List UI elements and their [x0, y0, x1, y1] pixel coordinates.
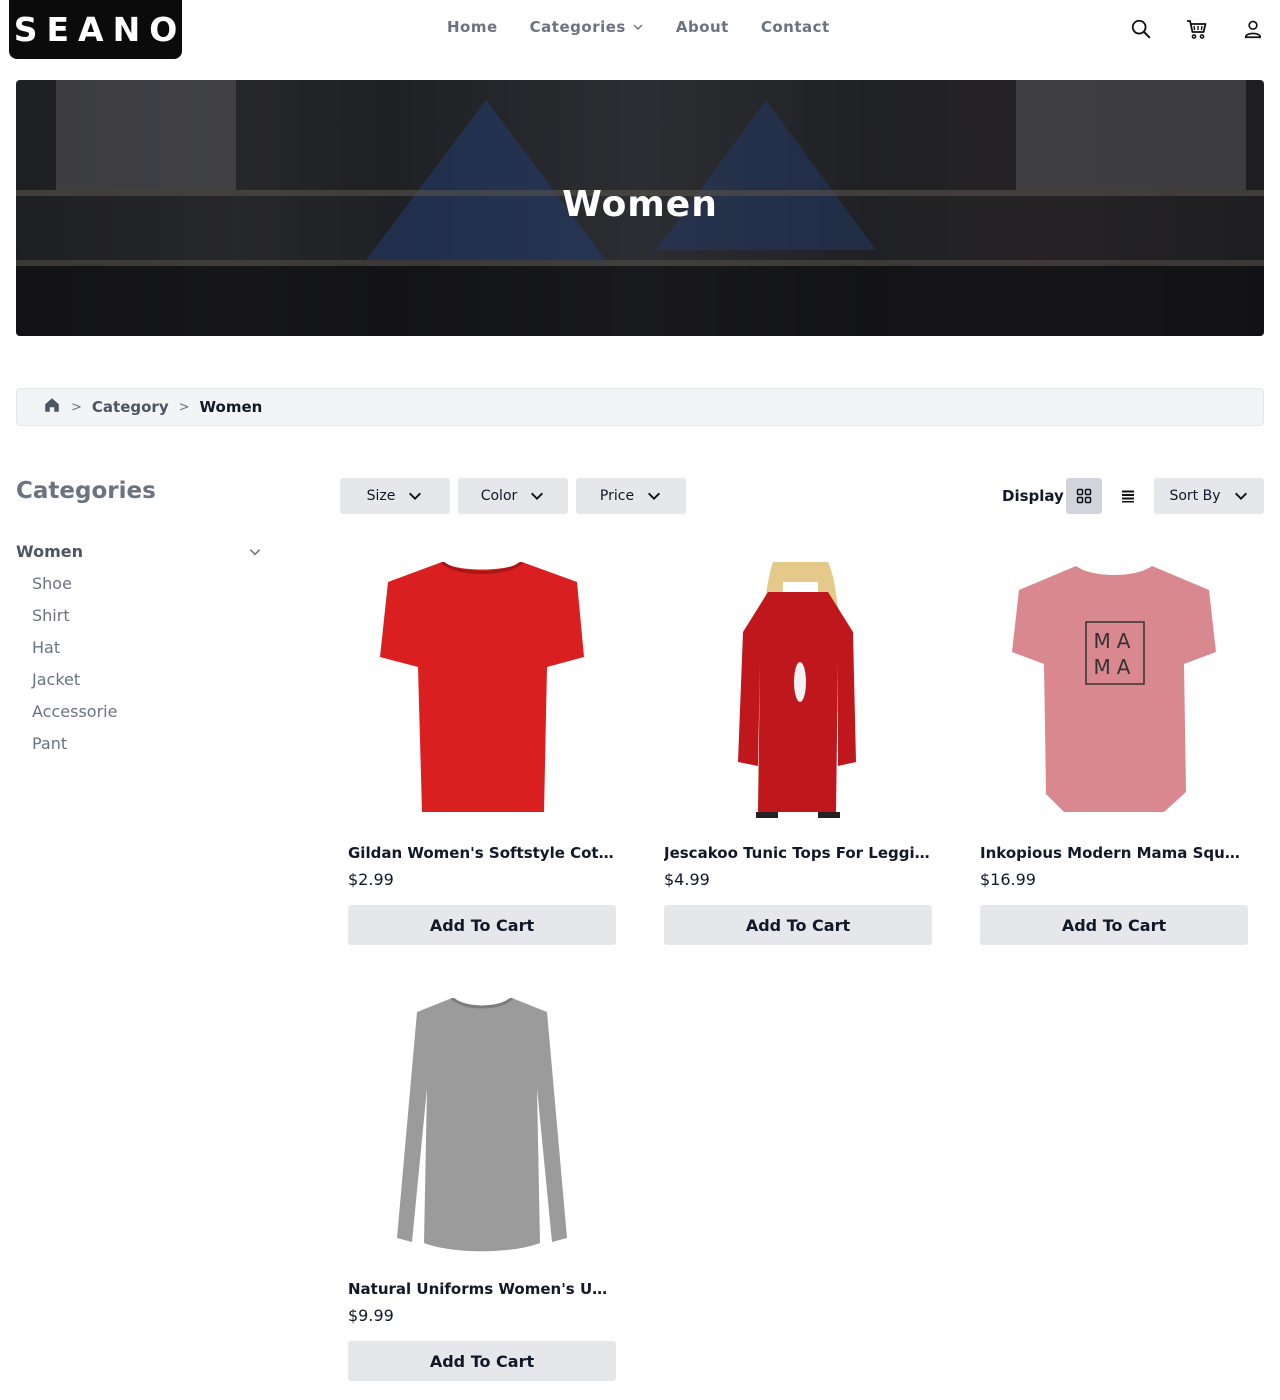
- add-to-cart-button[interactable]: Add To Cart: [980, 905, 1248, 945]
- grid-icon: [1076, 488, 1092, 504]
- breadcrumb: > Category > Women: [16, 388, 1264, 426]
- product-price: $4.99: [664, 870, 710, 889]
- product-price: $9.99: [348, 1306, 394, 1325]
- grid-view-button[interactable]: [1066, 478, 1102, 514]
- tshirt-shape: [1012, 566, 1216, 812]
- product-image[interactable]: [664, 562, 932, 818]
- site-header: SEANO Home Categories About Contact: [0, 0, 1280, 60]
- logo-text: SEANO: [13, 10, 187, 49]
- hero-decor: [1016, 80, 1246, 190]
- nav-contact-label: Contact: [760, 18, 830, 36]
- category-sidebar: Categories Women Shoe Shirt Hat Jacket A…: [16, 478, 264, 765]
- product-name[interactable]: Jescakoo Tunic Tops For Leggings Women: [664, 844, 932, 862]
- sidebar-item-hat[interactable]: Hat: [32, 637, 264, 669]
- product-name[interactable]: Gildan Women's Softstyle Cotton T-Shirt: [348, 844, 616, 862]
- product-card: MA MA Inkopious Modern Mama Square Tee $…: [980, 562, 1248, 945]
- sidebar-item-pant[interactable]: Pant: [32, 733, 264, 765]
- user-icon[interactable]: [1240, 16, 1266, 42]
- cart-icon[interactable]: [1184, 16, 1210, 42]
- chevron-down-icon: [531, 492, 544, 500]
- svg-text:MA: MA: [1094, 655, 1137, 679]
- sidebar-item-jacket[interactable]: Jacket: [32, 669, 264, 701]
- size-filter-label: Size: [366, 488, 396, 504]
- hero-decor: [656, 100, 876, 250]
- tshirt-shape: [380, 562, 584, 812]
- home-icon[interactable]: [43, 396, 61, 418]
- color-filter-button[interactable]: Color: [458, 478, 568, 514]
- price-filter-button[interactable]: Price: [576, 478, 686, 514]
- filter-bar: Size Color Price: [340, 478, 686, 514]
- product-price: $16.99: [980, 870, 1036, 889]
- nav-categories[interactable]: Categories: [530, 18, 644, 36]
- svg-text:MA: MA: [1094, 629, 1137, 653]
- hero-decor: [56, 80, 236, 190]
- product-price: $2.99: [348, 870, 394, 889]
- sort-by-label: Sort By: [1169, 488, 1221, 504]
- nav-home-label: Home: [447, 18, 498, 36]
- sidebar-title: Categories: [16, 478, 156, 504]
- add-to-cart-button[interactable]: Add To Cart: [664, 905, 932, 945]
- tunic-shape: [738, 592, 856, 812]
- sidebar-group-women[interactable]: Women: [16, 542, 264, 561]
- hero-decor: [366, 100, 606, 260]
- product-name[interactable]: Inkopious Modern Mama Square Tee: [980, 844, 1248, 862]
- product-card: Jescakoo Tunic Tops For Leggings Women $…: [664, 562, 932, 945]
- display-label: Display: [1002, 487, 1064, 505]
- add-to-cart-button[interactable]: Add To Cart: [348, 905, 616, 945]
- chevron-down-icon: [409, 492, 422, 500]
- nav-about[interactable]: About: [676, 18, 729, 36]
- list-icon: [1122, 490, 1134, 503]
- nav-home[interactable]: Home: [447, 18, 498, 36]
- product-image[interactable]: [348, 562, 616, 818]
- chevron-down-icon: [648, 492, 661, 500]
- product-card: Natural Uniforms Women's Underscrub Tee …: [348, 998, 616, 1381]
- price-filter-label: Price: [599, 488, 635, 504]
- add-to-cart-button[interactable]: Add To Cart: [348, 1341, 616, 1381]
- sort-by-button[interactable]: Sort By: [1154, 478, 1264, 514]
- hero-decor: [16, 266, 1264, 336]
- list-view-button[interactable]: [1110, 478, 1146, 514]
- search-icon[interactable]: [1128, 16, 1154, 42]
- chevron-down-icon: [1234, 492, 1247, 500]
- product-card: Gildan Women's Softstyle Cotton T-Shirt …: [348, 562, 616, 945]
- sidebar-item-shirt[interactable]: Shirt: [32, 605, 264, 637]
- size-filter-button[interactable]: Size: [340, 478, 450, 514]
- product-image[interactable]: [348, 998, 616, 1254]
- sidebar-subcategory-list: Shoe Shirt Hat Jacket Accessorie Pant: [16, 573, 264, 765]
- chevron-right-icon: >: [71, 399, 82, 415]
- breadcrumb-category[interactable]: Category: [92, 398, 169, 416]
- product-name[interactable]: Natural Uniforms Women's Underscrub Tee: [348, 1280, 616, 1298]
- longsleeve-shape: [397, 998, 567, 1252]
- hero-title: Women: [562, 184, 718, 225]
- chevron-right-icon: >: [178, 399, 190, 415]
- sidebar-item-shoe[interactable]: Shoe: [32, 573, 264, 605]
- color-filter-label: Color: [480, 488, 518, 504]
- header-icons: [1128, 16, 1266, 42]
- brand-logo[interactable]: SEANO: [9, 0, 182, 59]
- chevron-down-icon: [633, 24, 643, 30]
- nav-contact[interactable]: Contact: [761, 18, 830, 36]
- breadcrumb-current: Women: [199, 398, 263, 416]
- sidebar-group-label: Women: [16, 542, 83, 561]
- nav-about-label: About: [675, 18, 729, 36]
- chevron-down-icon: [249, 548, 261, 555]
- nav-categories-label: Categories: [529, 18, 626, 36]
- hero-banner: Women: [16, 80, 1264, 336]
- sidebar-item-accessorie[interactable]: Accessorie: [32, 701, 264, 733]
- product-image[interactable]: MA MA: [980, 562, 1248, 818]
- main-nav: Home Categories About Contact: [447, 18, 830, 36]
